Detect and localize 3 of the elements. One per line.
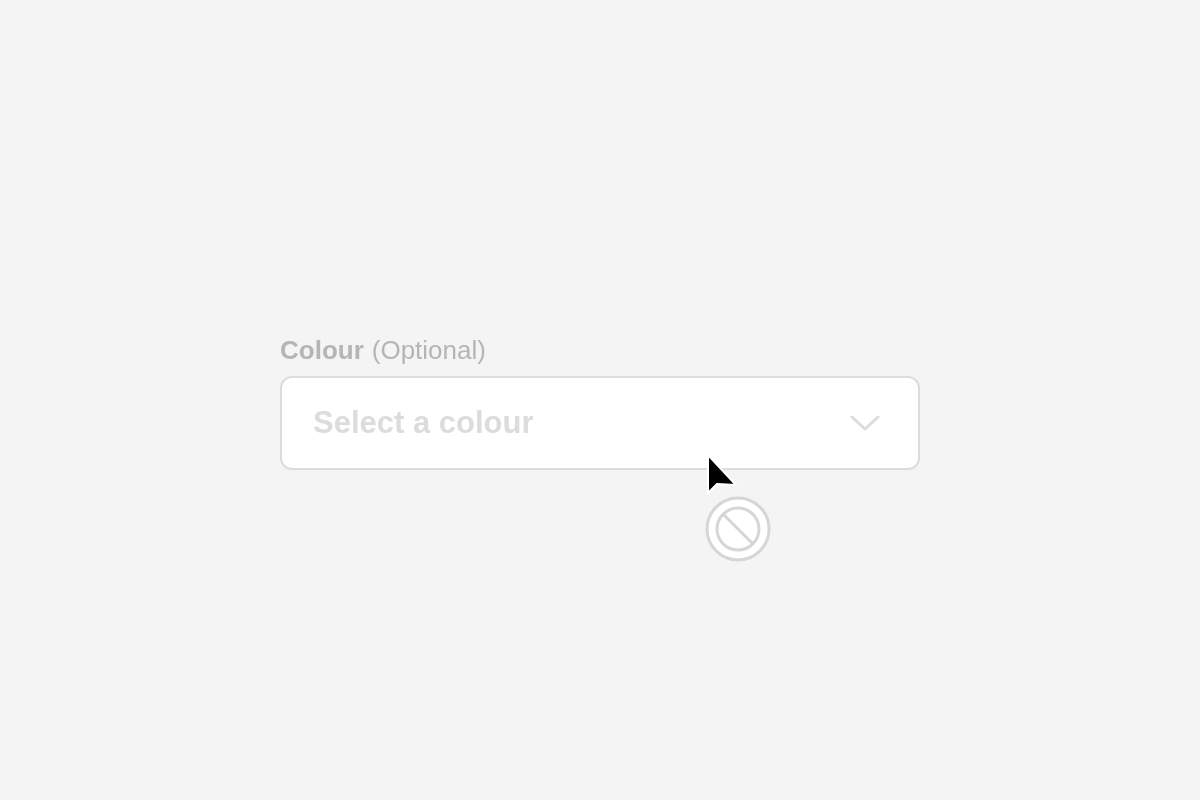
chevron-down-icon — [850, 414, 880, 431]
optional-note: (Optional) — [371, 334, 486, 366]
field-label: Colour — [280, 334, 364, 366]
